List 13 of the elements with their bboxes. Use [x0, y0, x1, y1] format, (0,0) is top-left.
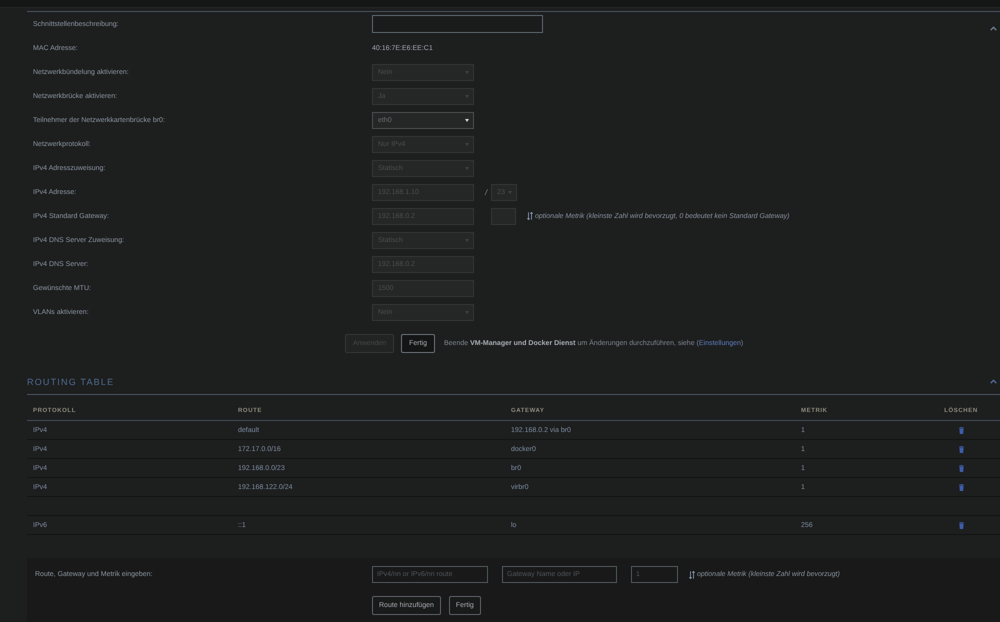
trash-icon[interactable] [958, 446, 964, 452]
trash-icon[interactable] [958, 464, 964, 472]
chevron-up-icon[interactable] [990, 379, 997, 384]
caret-icon [465, 118, 469, 122]
sort-icon [527, 212, 533, 220]
trash-icon[interactable] [958, 426, 964, 434]
chevron-up-icon[interactable] [990, 26, 996, 31]
section-title: ROUTING TABLE [27, 376, 114, 386]
trash-icon[interactable] [958, 484, 964, 490]
trash-icon[interactable] [958, 522, 964, 528]
sort-icon [689, 570, 695, 578]
separator-text: / [485, 188, 488, 196]
input-field[interactable] [372, 15, 543, 33]
